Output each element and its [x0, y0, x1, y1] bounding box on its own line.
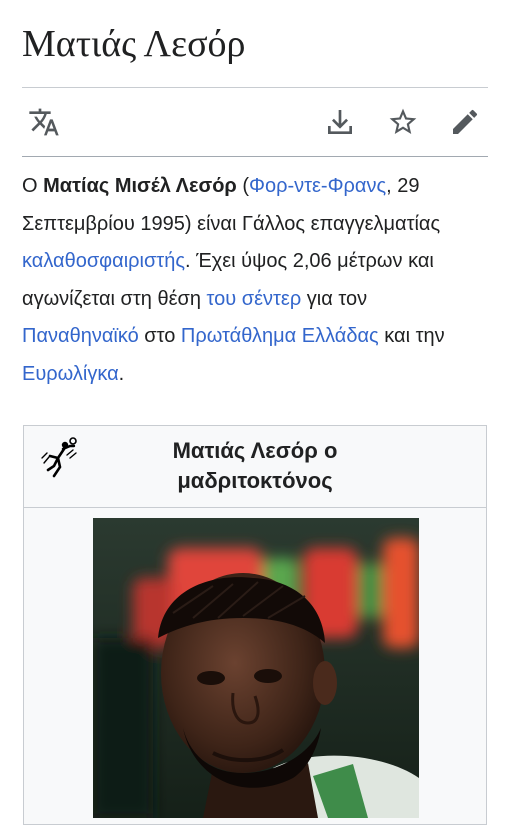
club-link[interactable]: Παναθηναϊκό — [22, 325, 139, 347]
lead-paragraph: Ο Ματίας Μισέλ Λεσόρ (Φορ-ντε-Φρανς, 29 … — [22, 168, 488, 393]
lead-prefix: Ο — [22, 175, 44, 197]
lead-text-in: στο — [138, 325, 181, 347]
lead-text-for: για τον — [301, 287, 368, 310]
translate-icon — [29, 108, 59, 136]
league-link[interactable]: Πρωτάθλημα Ελλάδας — [181, 325, 379, 347]
position-link[interactable]: του σέντερ — [207, 288, 302, 310]
infobox-header: Ματιάς Λεσόρ ο μαδριτοκτόνος — [24, 426, 486, 508]
birthplace-link[interactable]: Φορ-ντε-Φρανς — [249, 175, 386, 197]
download-icon — [328, 110, 352, 134]
subject-name: Ματίας Μισέλ Λεσόρ — [43, 175, 237, 197]
infobox: Ματιάς Λεσόρ ο μαδριτοκτόνος — [23, 425, 487, 825]
basketball-player-icon — [41, 437, 77, 478]
sport-link[interactable]: καλαθοσφαιριστής — [22, 250, 185, 272]
pencil-icon — [453, 109, 478, 134]
toolbar-divider — [22, 156, 488, 157]
player-photo[interactable] — [93, 518, 419, 818]
page-title: Ματιάς Λεσόρ — [22, 23, 246, 65]
edit-button[interactable] — [447, 104, 483, 140]
lead-end: . — [118, 362, 125, 385]
lead-open-paren: ( — [236, 175, 249, 197]
download-button[interactable] — [322, 104, 358, 140]
title-divider — [22, 87, 488, 88]
watch-button[interactable] — [385, 104, 421, 140]
lead-text-and: και την — [378, 325, 445, 347]
euroleague-link[interactable]: Ευρωλίγκα — [22, 363, 119, 385]
infobox-title: Ματιάς Λεσόρ ο μαδριτοκτόνος — [172, 438, 338, 493]
star-icon — [389, 108, 417, 134]
language-button[interactable] — [26, 104, 62, 140]
player-photo-graphic — [93, 518, 419, 818]
